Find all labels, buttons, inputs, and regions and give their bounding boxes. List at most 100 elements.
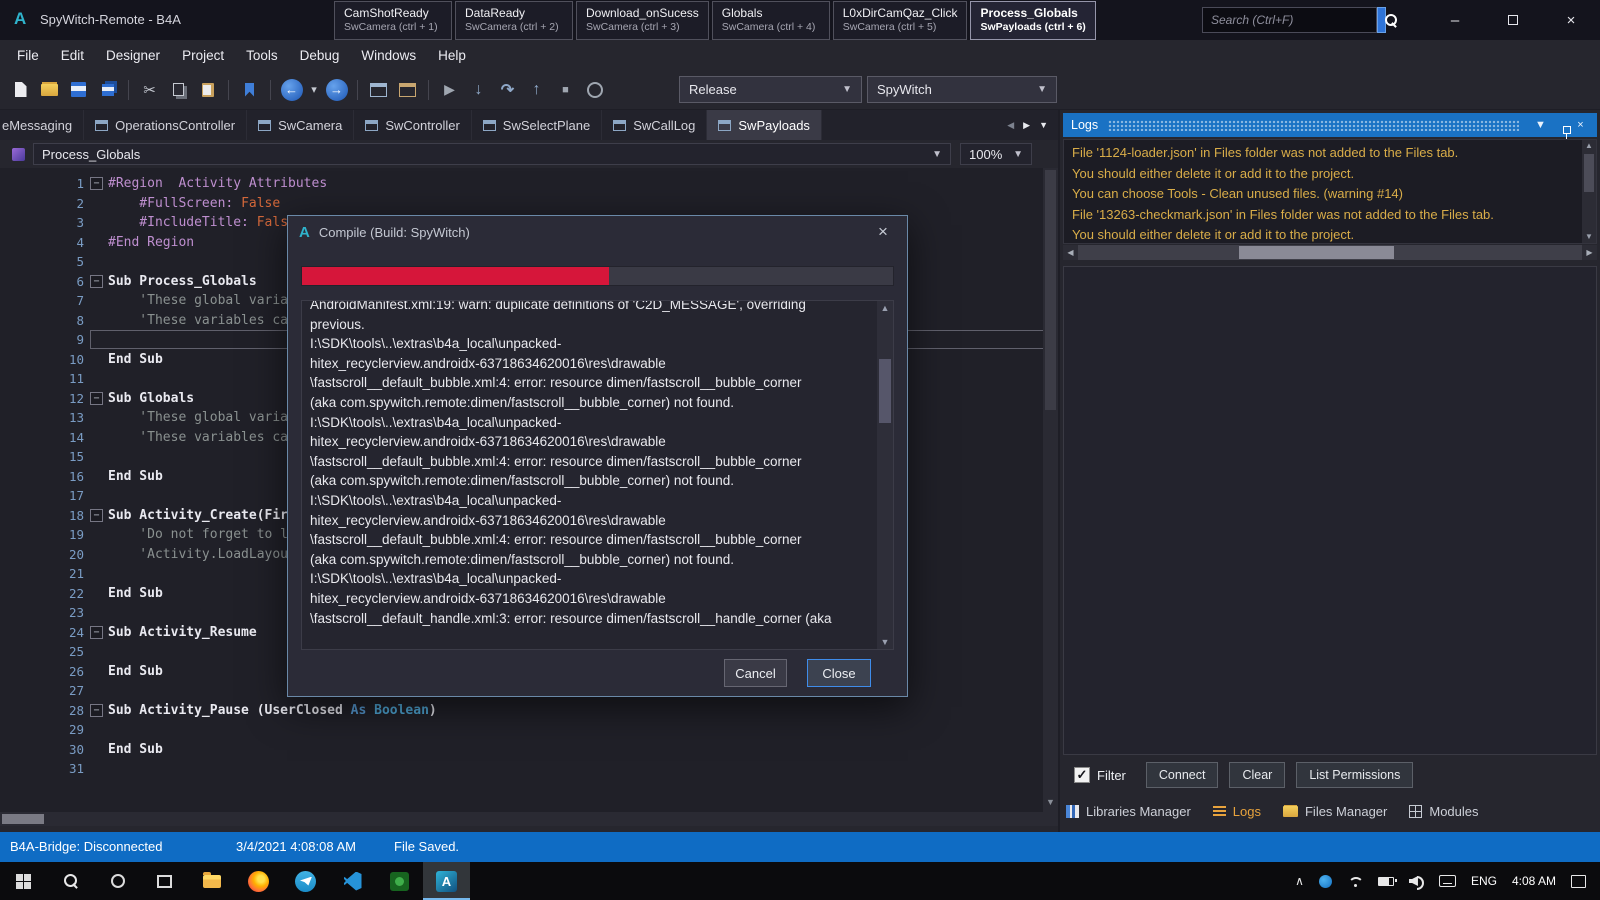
quick-access-tab[interactable]: Process_GlobalsSwPayloads (ctrl + 6) — [970, 1, 1095, 40]
scroll-up-icon[interactable]: ▲ — [1582, 140, 1596, 152]
taskbar-search-button[interactable] — [47, 862, 94, 900]
telegram-button[interactable] — [282, 862, 329, 900]
scrollbar-thumb[interactable] — [1239, 246, 1394, 259]
menu-edit[interactable]: Edit — [50, 40, 95, 70]
menu-windows[interactable]: Windows — [350, 40, 427, 70]
hidden-icons-chevron[interactable]: ∧ — [1295, 874, 1304, 888]
battery-icon[interactable] — [1378, 877, 1394, 886]
dock-tab-libraries-manager[interactable]: Libraries Manager — [1066, 804, 1191, 819]
fold-collapse-icon[interactable]: − — [90, 275, 103, 288]
close-button[interactable]: × — [1542, 0, 1600, 40]
menu-file[interactable]: File — [6, 40, 50, 70]
run-icon[interactable] — [437, 77, 462, 102]
task-view-button[interactable] — [141, 862, 188, 900]
module-tab-SwController[interactable]: SwController — [354, 110, 471, 140]
copy-icon[interactable] — [166, 77, 191, 102]
logs-vertical-scrollbar[interactable]: ▲ ▼ — [1582, 140, 1596, 243]
file-explorer-button[interactable] — [188, 862, 235, 900]
tray-app-icon[interactable] — [1319, 875, 1332, 888]
profiler-icon[interactable] — [582, 77, 607, 102]
designer2-icon[interactable] — [395, 77, 420, 102]
dock-tab-files-manager[interactable]: Files Manager — [1283, 804, 1387, 819]
step-out-icon[interactable] — [524, 77, 549, 102]
volume-icon[interactable] — [1409, 875, 1424, 887]
green-app-button[interactable] — [376, 862, 423, 900]
clear-button[interactable]: Clear — [1229, 762, 1285, 788]
logs-panel-header[interactable]: Logs ▼ × — [1063, 113, 1597, 137]
scroll-down-icon[interactable]: ▼ — [1043, 795, 1058, 810]
tab-scroll-left-icon[interactable]: ◀ — [1007, 120, 1014, 131]
menu-debug[interactable]: Debug — [289, 40, 351, 70]
tab-scroll-right-icon[interactable]: ▶ — [1023, 120, 1030, 131]
open-project-icon[interactable] — [37, 77, 62, 102]
logs-close-button[interactable]: × — [1572, 119, 1589, 131]
keyboard-icon[interactable] — [1439, 875, 1456, 887]
connect-button[interactable]: Connect — [1146, 762, 1219, 788]
fold-collapse-icon[interactable]: − — [90, 626, 103, 639]
menu-designer[interactable]: Designer — [95, 40, 171, 70]
scroll-up-icon[interactable]: ▲ — [877, 301, 893, 315]
save-all-icon[interactable] — [95, 77, 120, 102]
save-icon[interactable] — [66, 77, 91, 102]
logs-horizontal-scrollbar[interactable]: ◀ ▶ — [1063, 245, 1597, 260]
module-tab-OperationsController[interactable]: OperationsController — [84, 110, 247, 140]
minimize-button[interactable]: – — [1426, 0, 1484, 40]
module-tab-SwCamera[interactable]: SwCamera — [247, 110, 354, 140]
dialog-scrollbar[interactable]: ▲ ▼ — [877, 301, 893, 649]
paste-icon[interactable] — [195, 77, 220, 102]
step-over-icon[interactable] — [495, 77, 520, 102]
vscode-button[interactable] — [329, 862, 376, 900]
stop-icon[interactable] — [553, 77, 578, 102]
zoom-select[interactable]: 100% ▼ — [960, 143, 1032, 165]
scroll-left-icon[interactable]: ◀ — [1063, 245, 1078, 260]
quick-access-tab[interactable]: DataReadySwCamera (ctrl + 2) — [455, 1, 573, 40]
editor-horizontal-scrollbar[interactable] — [0, 812, 1043, 826]
panel-splitter[interactable] — [1058, 110, 1060, 832]
fold-collapse-icon[interactable]: − — [90, 704, 103, 717]
module-tab-eMessaging[interactable]: eMessaging — [0, 110, 84, 140]
scrollbar-thumb[interactable] — [879, 359, 891, 423]
sub-selector[interactable]: Process_Globals ▼ — [33, 143, 951, 165]
search-input[interactable] — [1202, 7, 1377, 33]
maximize-button[interactable] — [1484, 0, 1542, 40]
dock-tab-logs[interactable]: Logs — [1213, 804, 1261, 819]
filter-checkbox[interactable]: ✓ — [1074, 767, 1090, 783]
module-tab-SwPayloads[interactable]: SwPayloads — [707, 110, 822, 140]
cut-icon[interactable] — [137, 77, 162, 102]
quick-access-tab[interactable]: L0xDirCamQaz_ClickSwCamera (ctrl + 5) — [833, 1, 968, 40]
clock[interactable]: 4:08 AM — [1512, 874, 1556, 888]
dialog-close-action-button[interactable]: Close — [807, 659, 871, 687]
fold-collapse-icon[interactable]: − — [90, 509, 103, 522]
dock-tab-modules[interactable]: Modules — [1409, 804, 1478, 819]
module-tab-SwCallLog[interactable]: SwCallLog — [602, 110, 707, 140]
menu-tools[interactable]: Tools — [235, 40, 289, 70]
new-file-icon[interactable] — [8, 77, 33, 102]
search-button[interactable] — [1377, 7, 1386, 33]
dialog-close-button[interactable]: × — [870, 222, 896, 242]
module-tab-SwSelectPlane[interactable]: SwSelectPlane — [472, 110, 602, 140]
menu-project[interactable]: Project — [171, 40, 235, 70]
scrollbar-thumb[interactable] — [2, 814, 44, 824]
quick-access-tab[interactable]: Download_onSucessSwCamera (ctrl + 3) — [576, 1, 709, 40]
build-target-select[interactable]: SpyWitch ▼ — [867, 76, 1057, 103]
navigate-forward-icon[interactable] — [324, 77, 349, 102]
b4a-button[interactable]: A — [423, 862, 470, 900]
build-config-select[interactable]: Release ▼ — [679, 76, 862, 103]
list-permissions-button[interactable]: List Permissions — [1296, 762, 1413, 788]
navigate-back-icon[interactable] — [279, 77, 304, 102]
scroll-down-icon[interactable]: ▼ — [877, 635, 893, 649]
fold-collapse-icon[interactable]: − — [90, 392, 103, 405]
compile-output[interactable]: AndroidManifest.xml:19: warn: duplicate … — [301, 300, 894, 650]
action-center-icon[interactable] — [1571, 875, 1586, 888]
quick-access-tab[interactable]: CamShotReadySwCamera (ctrl + 1) — [334, 1, 452, 40]
scrollbar-thumb[interactable] — [1045, 170, 1056, 410]
tab-list-caret-icon[interactable]: ▼ — [1039, 120, 1048, 130]
back-history-caret-icon[interactable] — [308, 77, 320, 102]
language-indicator[interactable]: ENG — [1471, 874, 1497, 888]
dock-menu-caret-icon[interactable]: ▼ — [1532, 119, 1549, 131]
bookmark-icon[interactable] — [237, 77, 262, 102]
start-button-button[interactable] — [0, 862, 47, 900]
cortana-button[interactable] — [94, 862, 141, 900]
logs-message-list[interactable]: File '1124-loader.json' in Files folder … — [1063, 139, 1597, 244]
editor-vertical-scrollbar[interactable]: ▼ — [1043, 168, 1058, 826]
